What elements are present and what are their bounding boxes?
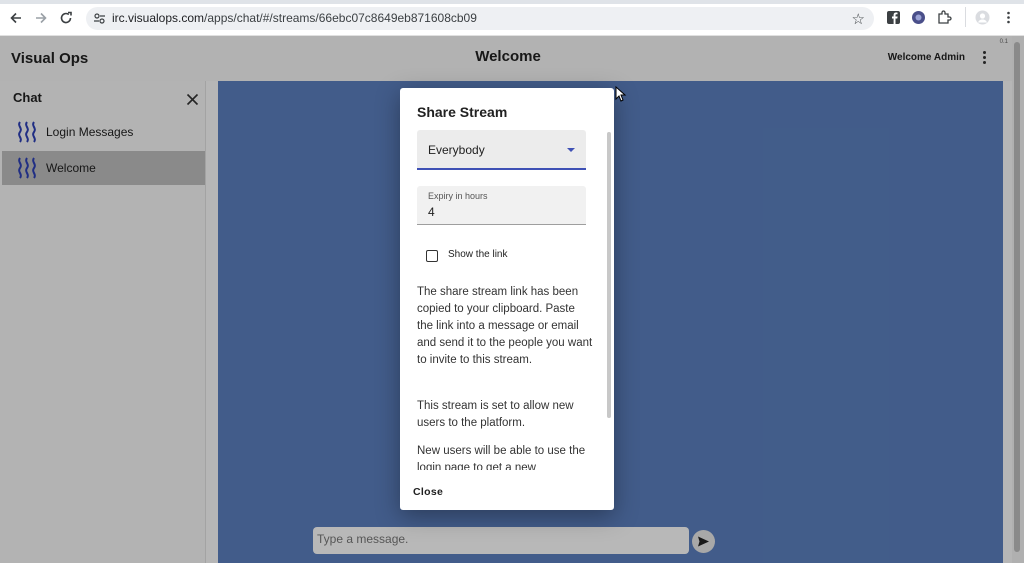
share-stream-dialog: Share Stream Everybody Expiry in hours 4…	[400, 88, 614, 510]
reload-icon[interactable]	[57, 9, 75, 27]
browser-menu-icon[interactable]	[1001, 10, 1016, 25]
show-link-label[interactable]: Show the link	[448, 249, 507, 260]
dialog-content: Everybody Expiry in hours 4 Show the lin…	[400, 130, 614, 470]
expiry-hours-field[interactable]: Expiry in hours 4	[417, 186, 586, 225]
dialog-scrollbar-thumb[interactable]	[607, 132, 611, 418]
dialog-title: Share Stream	[417, 104, 508, 120]
close-button[interactable]: Close	[413, 486, 443, 498]
expiry-hours-label: Expiry in hours	[428, 191, 488, 201]
expiry-hours-value: 4	[428, 205, 435, 219]
forward-icon[interactable]	[32, 9, 50, 27]
audience-select-value: Everybody	[428, 143, 485, 157]
url-text: irc.visualops.com/apps/chat/#/streams/66…	[112, 11, 477, 25]
globe-extension-icon[interactable]	[911, 10, 926, 25]
address-bar[interactable]: irc.visualops.com/apps/chat/#/streams/66…	[86, 7, 874, 30]
browser-toolbar: irc.visualops.com/apps/chat/#/streams/66…	[0, 0, 1024, 36]
audience-select[interactable]: Everybody	[417, 130, 586, 170]
mouse-cursor-icon	[615, 86, 627, 102]
new-users-info-text: This stream is set to allow new users to…	[417, 400, 574, 429]
extensions-puzzle-icon[interactable]	[937, 10, 952, 25]
clipboard-info-text: The share stream link has been copied to…	[417, 286, 593, 366]
profile-avatar-icon[interactable]	[975, 10, 990, 25]
tab-strip	[0, 0, 1024, 4]
chevron-down-icon	[567, 148, 575, 152]
login-info-text: New users will be able to use the login …	[417, 445, 586, 470]
dialog-scrollbar[interactable]	[607, 132, 611, 418]
back-icon[interactable]	[7, 9, 25, 27]
site-settings-icon[interactable]	[93, 12, 106, 25]
toolbar-divider	[965, 7, 966, 27]
bookmark-star-icon[interactable]: ☆	[852, 10, 865, 28]
show-link-checkbox[interactable]	[426, 250, 438, 262]
facebook-extension-icon[interactable]	[886, 10, 901, 25]
